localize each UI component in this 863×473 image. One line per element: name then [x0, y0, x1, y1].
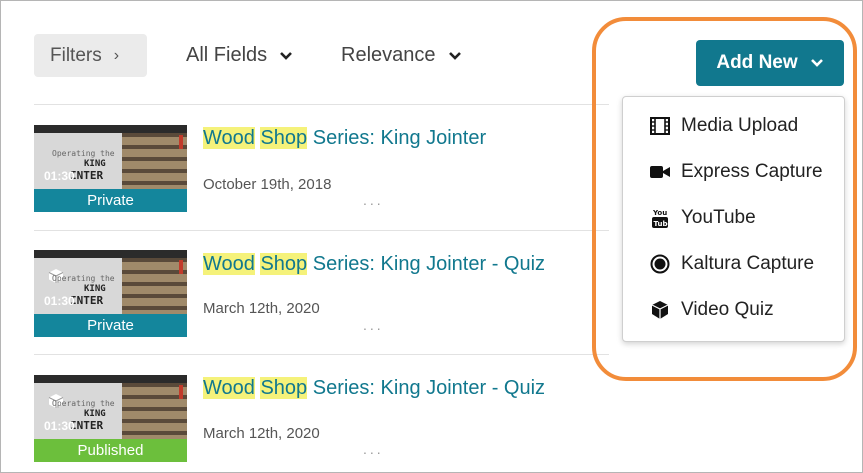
row-divider	[34, 230, 609, 231]
thumbnail-header-bar	[34, 125, 187, 133]
search-highlight: Shop	[260, 377, 308, 399]
sort-label: Relevance	[341, 44, 436, 66]
thumbnail-text: KING	[84, 284, 106, 294]
chevron-right-icon: ›	[113, 46, 120, 64]
thumbnail-text: KING	[84, 409, 106, 419]
search-highlight: Wood	[203, 127, 255, 149]
entry-date: March 12th, 2020	[203, 300, 320, 317]
chevron-down-icon	[448, 51, 461, 60]
thumbnail-header-bar	[34, 375, 187, 383]
status-badge: Private	[34, 314, 187, 337]
thumbnail-text: Operating the	[52, 149, 115, 158]
thumbnail-text: KING	[84, 159, 106, 169]
filters-label: Filters	[50, 44, 102, 66]
search-highlight: Wood	[203, 253, 255, 275]
title-text: Series: King Jointer - Quiz	[307, 377, 546, 399]
thumbnail-shelf	[122, 383, 187, 439]
fields-label: All Fields	[186, 44, 268, 66]
entry-title-link[interactable]: Wood Shop Series: King Jointer - Quiz	[203, 253, 545, 276]
status-badge: Private	[34, 189, 187, 212]
search-highlight: Shop	[260, 253, 308, 275]
entry-date: October 19th, 2018	[203, 176, 332, 193]
thumbnail-text: Operating the	[52, 399, 115, 408]
sort-dropdown[interactable]: Relevance	[341, 44, 462, 67]
title-text: Series: King Jointer - Quiz	[307, 253, 546, 275]
row-divider	[34, 354, 609, 355]
chevron-down-icon	[280, 51, 293, 60]
title-text: Series: King Jointer	[307, 127, 487, 149]
fields-dropdown[interactable]: All Fields	[186, 44, 293, 67]
thumbnail-header-bar	[34, 250, 187, 258]
thumbnail-accent	[179, 135, 183, 149]
entry-thumbnail[interactable]: Operating the KING INTER 01:30 Private	[34, 125, 187, 212]
callout-highlight	[592, 17, 857, 381]
thumbnail-shelf	[122, 258, 187, 314]
filters-button[interactable]: Filters ›	[34, 34, 147, 77]
duration-label: 01:30	[44, 419, 75, 433]
more-actions-button[interactable]: ...	[363, 441, 384, 457]
duration-label: 01:30	[44, 169, 75, 183]
status-badge: Published	[34, 439, 187, 462]
thumbnail-accent	[179, 260, 183, 274]
entry-title-link[interactable]: Wood Shop Series: King Jointer - Quiz	[203, 377, 545, 400]
search-highlight: Shop	[260, 127, 308, 149]
duration-label: 01:30	[44, 294, 75, 308]
row-divider	[34, 104, 609, 105]
entry-thumbnail[interactable]: Operating the KING INTER 01:30 Private	[34, 250, 187, 337]
thumbnail-shelf	[122, 133, 187, 189]
more-actions-button[interactable]: ...	[363, 192, 384, 208]
entry-title-link[interactable]: Wood Shop Series: King Jointer	[203, 127, 486, 150]
search-highlight: Wood	[203, 377, 255, 399]
more-actions-button[interactable]: ...	[363, 317, 384, 333]
entry-date: March 12th, 2020	[203, 425, 320, 442]
entry-thumbnail[interactable]: Operating the KING INTER 01:30 Published	[34, 375, 187, 462]
thumbnail-text: Operating the	[52, 274, 115, 283]
thumbnail-accent	[179, 385, 183, 399]
